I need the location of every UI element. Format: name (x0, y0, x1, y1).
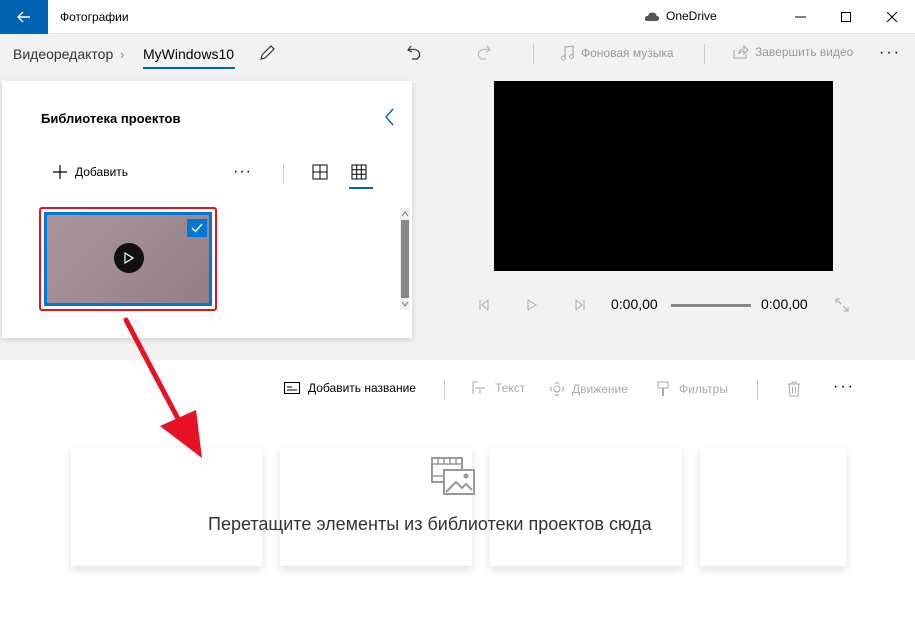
fullscreen-icon[interactable] (835, 298, 849, 312)
add-media-label: Добавить (75, 165, 129, 179)
media-clip-thumbnail[interactable] (44, 212, 212, 306)
checkmark-icon (191, 223, 203, 233)
divider (283, 164, 284, 184)
title-bar: Фотографии OneDrive (0, 0, 915, 34)
breadcrumb-underline (143, 67, 235, 69)
close-icon (886, 11, 897, 22)
text-label: Текст (495, 381, 526, 395)
add-title-card-button[interactable]: Добавить название (284, 381, 416, 395)
close-button[interactable] (869, 0, 915, 34)
filter-brush-icon (657, 381, 669, 396)
trash-icon (788, 381, 800, 397)
text-icon (472, 381, 485, 394)
step-back-icon[interactable] (478, 299, 490, 311)
minimize-button[interactable] (777, 0, 823, 34)
back-arrow-icon (17, 11, 30, 23)
divider (533, 44, 534, 64)
filters-label: Фильтры (679, 382, 728, 396)
redo-button[interactable] (474, 44, 492, 62)
cloud-icon (644, 11, 660, 21)
play-clip-button[interactable] (114, 243, 144, 273)
total-time: 0:00,00 (761, 296, 808, 312)
command-bar: Видеоредактор › MyWindows10 Фоновая музы… (0, 34, 915, 74)
chevron-right-icon: › (120, 47, 125, 62)
grid-large-icon (312, 164, 328, 180)
collapse-library-button[interactable] (385, 108, 395, 131)
background-music-label: Фоновая музыка (581, 46, 674, 60)
chevron-left-icon (385, 108, 394, 126)
library-scrollbar[interactable] (400, 208, 410, 310)
add-media-button[interactable]: Добавить (53, 165, 128, 179)
clip-selected-checkbox[interactable] (187, 219, 207, 237)
breadcrumb-current[interactable]: MyWindows10 (143, 46, 234, 62)
storyboard-slot[interactable] (71, 448, 262, 566)
library-title: Библиотека проектов (41, 111, 181, 126)
onedrive-label: OneDrive (666, 9, 717, 23)
minimize-icon (794, 16, 806, 18)
background-music-button[interactable]: Фоновая музыка (561, 45, 674, 61)
maximize-icon (840, 11, 851, 22)
media-placeholder-icon (431, 457, 475, 495)
undo-button[interactable] (406, 44, 424, 62)
divider (444, 380, 445, 400)
finish-video-label: Завершить видео (755, 45, 854, 59)
music-note-icon (561, 45, 574, 61)
title-card-icon (284, 382, 300, 394)
storyboard-more-button[interactable]: ··· (833, 378, 855, 396)
share-icon (733, 45, 749, 59)
grid-small-icon (351, 164, 367, 180)
motion-icon (549, 381, 565, 397)
pencil-icon (260, 45, 275, 60)
plus-icon (53, 165, 67, 179)
video-preview[interactable] (494, 81, 833, 271)
play-icon (124, 252, 134, 264)
project-library-panel: Библиотека проектов Добавить ··· (2, 81, 412, 338)
scroll-thumb[interactable] (401, 220, 409, 298)
divider (704, 44, 705, 64)
scroll-up-icon[interactable] (400, 209, 410, 219)
play-icon[interactable] (526, 299, 538, 311)
text-button[interactable]: Текст (472, 381, 525, 395)
divider (757, 380, 758, 400)
small-grid-view-button[interactable] (351, 164, 371, 184)
storyboard-slot[interactable] (700, 448, 846, 566)
step-forward-icon[interactable] (574, 299, 586, 311)
large-grid-view-button[interactable] (312, 164, 332, 184)
active-view-indicator (349, 187, 373, 189)
library-more-button[interactable]: ··· (233, 163, 252, 181)
scroll-down-icon[interactable] (400, 299, 410, 309)
motion-label: Движение (572, 382, 628, 396)
add-title-card-label: Добавить название (308, 381, 416, 395)
filters-button[interactable]: Фильтры (657, 381, 728, 397)
redo-icon (477, 45, 491, 60)
more-icon: ··· (879, 44, 901, 61)
rename-button[interactable] (258, 44, 276, 62)
storyboard-slot[interactable] (490, 448, 682, 566)
app-title: Фотографии (60, 10, 129, 24)
highlight-frame (39, 207, 217, 311)
seek-bar[interactable] (671, 304, 751, 307)
finish-video-button[interactable]: Завершить видео (733, 45, 853, 59)
drop-hint-text: Перетащите элементы из библиотеки проект… (208, 514, 652, 534)
playback-controls: 0:00,00 0:00,00 (476, 296, 856, 316)
breadcrumb-root[interactable]: Видеоредактор (13, 46, 113, 62)
more-options-button[interactable]: ··· (879, 44, 901, 62)
storyboard-area: Добавить название Текст Движение Фильтры… (0, 360, 915, 620)
delete-button[interactable] (787, 381, 801, 397)
back-button[interactable] (0, 0, 48, 34)
motion-button[interactable]: Движение (549, 381, 628, 397)
undo-icon (407, 45, 421, 60)
current-time: 0:00,00 (611, 296, 658, 312)
onedrive-button[interactable]: OneDrive (644, 9, 717, 23)
maximize-button[interactable] (823, 0, 869, 34)
